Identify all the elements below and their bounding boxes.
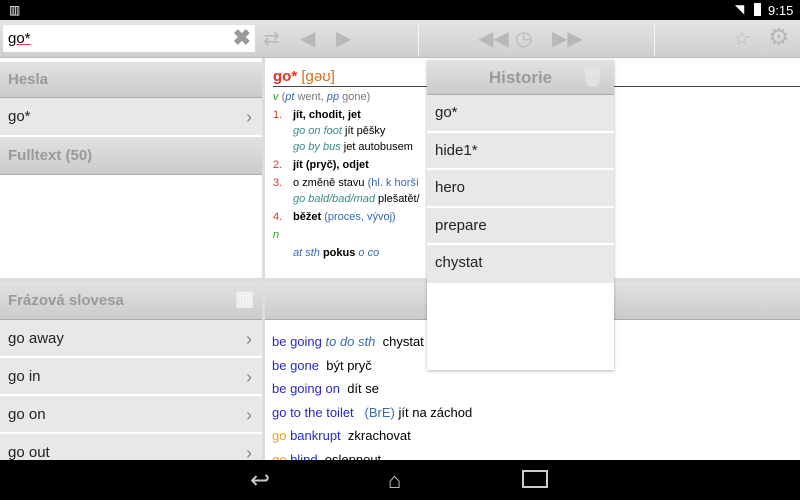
history-header: Historie 🗑 (427, 60, 614, 95)
sense-text: o změně stavu (293, 177, 365, 189)
rewind-icon[interactable]: ◀◀ (478, 26, 509, 51)
phrase-row[interactable]: go bankrupt zkrachovat (272, 424, 792, 448)
left-panel: Hesla go* › Fulltext (50) Frázová slovesa… (0, 58, 262, 472)
item-label: go* (8, 108, 31, 125)
pronunciation: [gəʊ] (301, 68, 335, 85)
pt-form: went, (294, 91, 327, 103)
history-item[interactable]: hero (427, 170, 614, 208)
translation: jít na záchod (398, 404, 473, 420)
sense-text: jít (pryč), odjet (293, 159, 369, 171)
home-icon[interactable]: ⌂ (388, 468, 401, 494)
translation: být pryč (326, 357, 372, 373)
example-en: go bald/bad/mad (293, 193, 375, 205)
history-item[interactable]: prepare (427, 207, 614, 245)
header-label: Frázová slovesa (8, 292, 124, 309)
example-cs: jít pěšky (341, 125, 386, 137)
sense-number: 1. (273, 109, 283, 121)
sense-text: jít, chodit, jet (293, 109, 361, 121)
trash-icon[interactable]: 🗑 (581, 60, 604, 95)
wifi-icon: ◥ (735, 2, 745, 16)
history-icon[interactable]: ◷ (515, 26, 532, 51)
back-icon[interactable]: ◀ (300, 26, 315, 51)
history-item[interactable]: chystat (427, 245, 614, 283)
phrasal-item[interactable]: go away › (0, 320, 262, 358)
back-nav-icon[interactable]: ↩ (250, 466, 270, 495)
sense-number: 2. (273, 159, 283, 171)
chevron-right-icon: › (246, 405, 252, 425)
search-input[interactable] (8, 30, 223, 47)
history-popup: Historie 🗑 go* hide1* hero prepare chyst… (427, 60, 614, 370)
phrase-note: to do sth (325, 334, 376, 349)
phrasal-verbs-header: Frázová slovesa ▦ (0, 282, 262, 320)
sync-icon[interactable]: ⇄ (263, 26, 280, 51)
pp-label: pp (326, 91, 340, 103)
status-bar: ▥ ◥ 9:15 (0, 0, 800, 20)
pp-form: gone) (339, 91, 371, 103)
settings-gear-icon[interactable]: ⚙ (768, 23, 790, 52)
example-en: go by bus (293, 141, 341, 153)
clock: 9:15 (768, 3, 794, 18)
item-label: go away (8, 330, 64, 347)
history-title: Historie (488, 68, 553, 87)
divider (654, 22, 655, 56)
translation: chystat (382, 334, 424, 349)
item-label: go in (8, 368, 41, 385)
battery-icon (754, 3, 761, 16)
phrasal-item[interactable]: go on › (0, 396, 262, 434)
example-cs: plešatět/ (374, 193, 420, 205)
collocation: o co (358, 247, 380, 259)
clear-icon[interactable]: ✖ (233, 25, 251, 51)
history-item[interactable]: go* (427, 95, 614, 133)
hesla-item[interactable]: go* › (0, 98, 262, 137)
item-label: go on (8, 406, 46, 423)
toolbar: ✖ ⇄ ◀ ▶ ◀◀ ◷ ▶▶ ☆ ⚙ (0, 20, 800, 58)
phrase: be gone (272, 357, 319, 373)
divider (418, 22, 419, 56)
pos: n (273, 229, 280, 241)
example-en: go on foot (293, 125, 342, 137)
headword-ref: go (272, 428, 291, 443)
translation: zkrachovat (347, 428, 411, 443)
grid-icon[interactable]: ▦ (235, 286, 254, 312)
phrase: go to the toilet (272, 404, 354, 420)
collocation: at sth (293, 247, 320, 259)
fast-forward-icon[interactable]: ▶▶ (552, 26, 583, 51)
sense-text: běžet (293, 211, 322, 223)
phrasal-item[interactable]: go in › (0, 358, 262, 396)
sense-note: (hl. k horší (367, 177, 419, 189)
phrase: be going (272, 334, 326, 349)
headword: go* (273, 68, 298, 85)
phrase: bankrupt (290, 428, 341, 443)
recent-apps-icon[interactable] (522, 470, 548, 488)
chevron-right-icon: › (246, 367, 252, 387)
search-box: ✖ (3, 25, 255, 52)
sense-number: 3. (273, 177, 283, 189)
translation: dít se (347, 381, 379, 396)
translation: pokus (319, 247, 359, 259)
sense-note: (proces, vývoj) (324, 211, 396, 223)
sense-number: 4. (273, 211, 283, 223)
item-label: go out (8, 444, 50, 461)
history-item[interactable]: hide1* (427, 132, 614, 170)
navigation-bar: ↩ ⌂ (0, 460, 800, 500)
chevron-right-icon: › (246, 107, 252, 127)
pos: v (273, 91, 279, 103)
star-icon[interactable]: ☆ (733, 26, 751, 51)
notification-icon: ▥ (9, 3, 21, 17)
hesla-header: Hesla (0, 62, 262, 98)
phrase-note: (BrE) (364, 404, 395, 420)
fulltext-header[interactable]: Fulltext (50) (0, 137, 262, 175)
phrase: be going on (272, 381, 340, 396)
chevron-right-icon: › (246, 329, 252, 349)
phrase-row[interactable]: be going on dít se (272, 377, 792, 401)
example-cs: jet autobusem (340, 141, 413, 153)
forward-icon[interactable]: ▶ (336, 26, 351, 51)
phrase-row[interactable]: go to the toilet (BrE) jít na záchod (272, 401, 792, 425)
